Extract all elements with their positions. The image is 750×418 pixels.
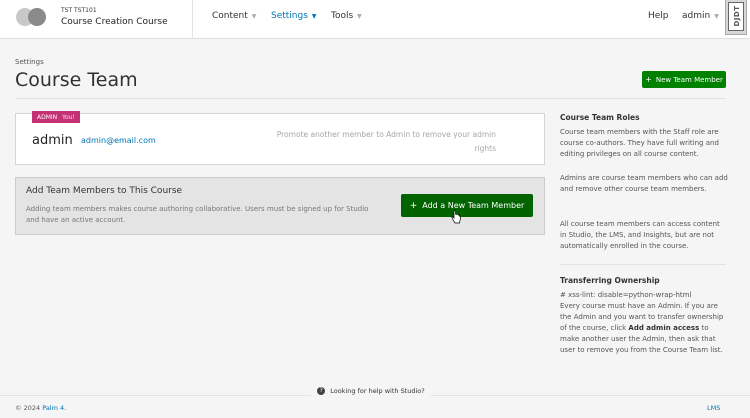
breadcrumb: Settings — [15, 58, 44, 66]
course-title[interactable]: Course Creation Course — [61, 17, 168, 27]
add-team-members-panel: Add Team Members to This Course Adding t… — [15, 177, 545, 235]
nav-settings-label: Settings — [271, 11, 308, 21]
admin-badge-label: ADMIN — [37, 113, 58, 121]
team-member-card: ADMIN You! admin admin@email.com Promote… — [15, 111, 545, 165]
nav-tools-menu[interactable]: Tools ▼ — [331, 11, 362, 21]
studio-help-button[interactable]: ? Looking for help with Studio? — [310, 382, 432, 400]
studio-header: TST TST101 Course Creation Course Conten… — [0, 0, 750, 39]
studio-logo[interactable] — [16, 8, 46, 26]
member-email-link[interactable]: admin@email.com — [81, 136, 156, 145]
copyright-link[interactable]: Palm 4. — [42, 404, 66, 412]
plus-icon: + — [645, 75, 652, 84]
promote-admin-note: Promote another member to Admin to remov… — [276, 130, 496, 153]
chevron-down-icon: ▼ — [357, 13, 362, 20]
page-title: Course Team — [15, 69, 138, 91]
debug-toolbar-label: DJDT — [733, 5, 741, 27]
footer-lms-link[interactable]: LMS — [707, 404, 720, 412]
nav-content-menu[interactable]: Content ▼ — [212, 11, 256, 21]
nav-help-link[interactable]: Help — [648, 11, 669, 21]
studio-help-label: Looking for help with Studio? — [330, 387, 425, 395]
plus-icon: + — [409, 200, 418, 211]
transfer-ownership-paragraph: Every course must have an Admin. If you … — [560, 301, 728, 356]
question-circle-icon: ? — [317, 387, 326, 395]
hand-cursor-icon — [451, 210, 461, 224]
footer-copyright: © 2024 Palm 4. — [15, 404, 66, 412]
roles-paragraph-staff: Course team members with the Staff role … — [560, 128, 719, 158]
new-team-member-label: New Team Member — [655, 75, 723, 84]
course-team-roles-title: Course Team Roles — [560, 113, 640, 122]
nav-user-label: admin — [682, 11, 711, 21]
nav-tools-label: Tools — [331, 11, 354, 21]
nav-content-label: Content — [212, 11, 248, 21]
add-team-members-title: Add Team Members to This Course — [26, 186, 183, 196]
copyright-text: © 2024 — [15, 404, 41, 412]
transferring-ownership-title: Transferring Ownership — [560, 276, 660, 285]
transfer-text-bold: Add admin access — [628, 324, 700, 332]
new-team-member-button[interactable]: + New Team Member — [642, 71, 726, 88]
chevron-down-icon: ▼ — [251, 13, 257, 20]
header-divider — [192, 0, 193, 39]
nav-user-menu[interactable]: admin ▼ — [682, 11, 719, 21]
sidebar-divider — [560, 264, 726, 265]
roles-paragraph-admins: Admins are course team members who can a… — [560, 174, 728, 193]
debug-toolbar-handle[interactable]: DJDT — [725, 0, 747, 35]
chevron-down-icon: ▼ — [714, 13, 719, 20]
transfer-lint-comment: # xss-lint: disable=python-wrap-html — [560, 291, 692, 299]
nav-settings-menu[interactable]: Settings ▼ — [271, 11, 317, 21]
add-new-team-member-button[interactable]: + Add a New Team Member — [401, 194, 533, 217]
member-username: admin — [32, 133, 73, 148]
roles-paragraph-access: All course team members can access conte… — [560, 220, 720, 250]
chevron-down-icon: ▼ — [311, 13, 317, 20]
add-team-members-description: Adding team members makes course authori… — [26, 205, 369, 224]
admin-badge: ADMIN You! — [32, 111, 80, 123]
admin-badge-you: You! — [62, 113, 75, 121]
add-new-team-member-label: Add a New Team Member — [422, 201, 525, 210]
title-divider — [15, 98, 726, 99]
course-org-number: TST TST101 — [61, 7, 97, 14]
